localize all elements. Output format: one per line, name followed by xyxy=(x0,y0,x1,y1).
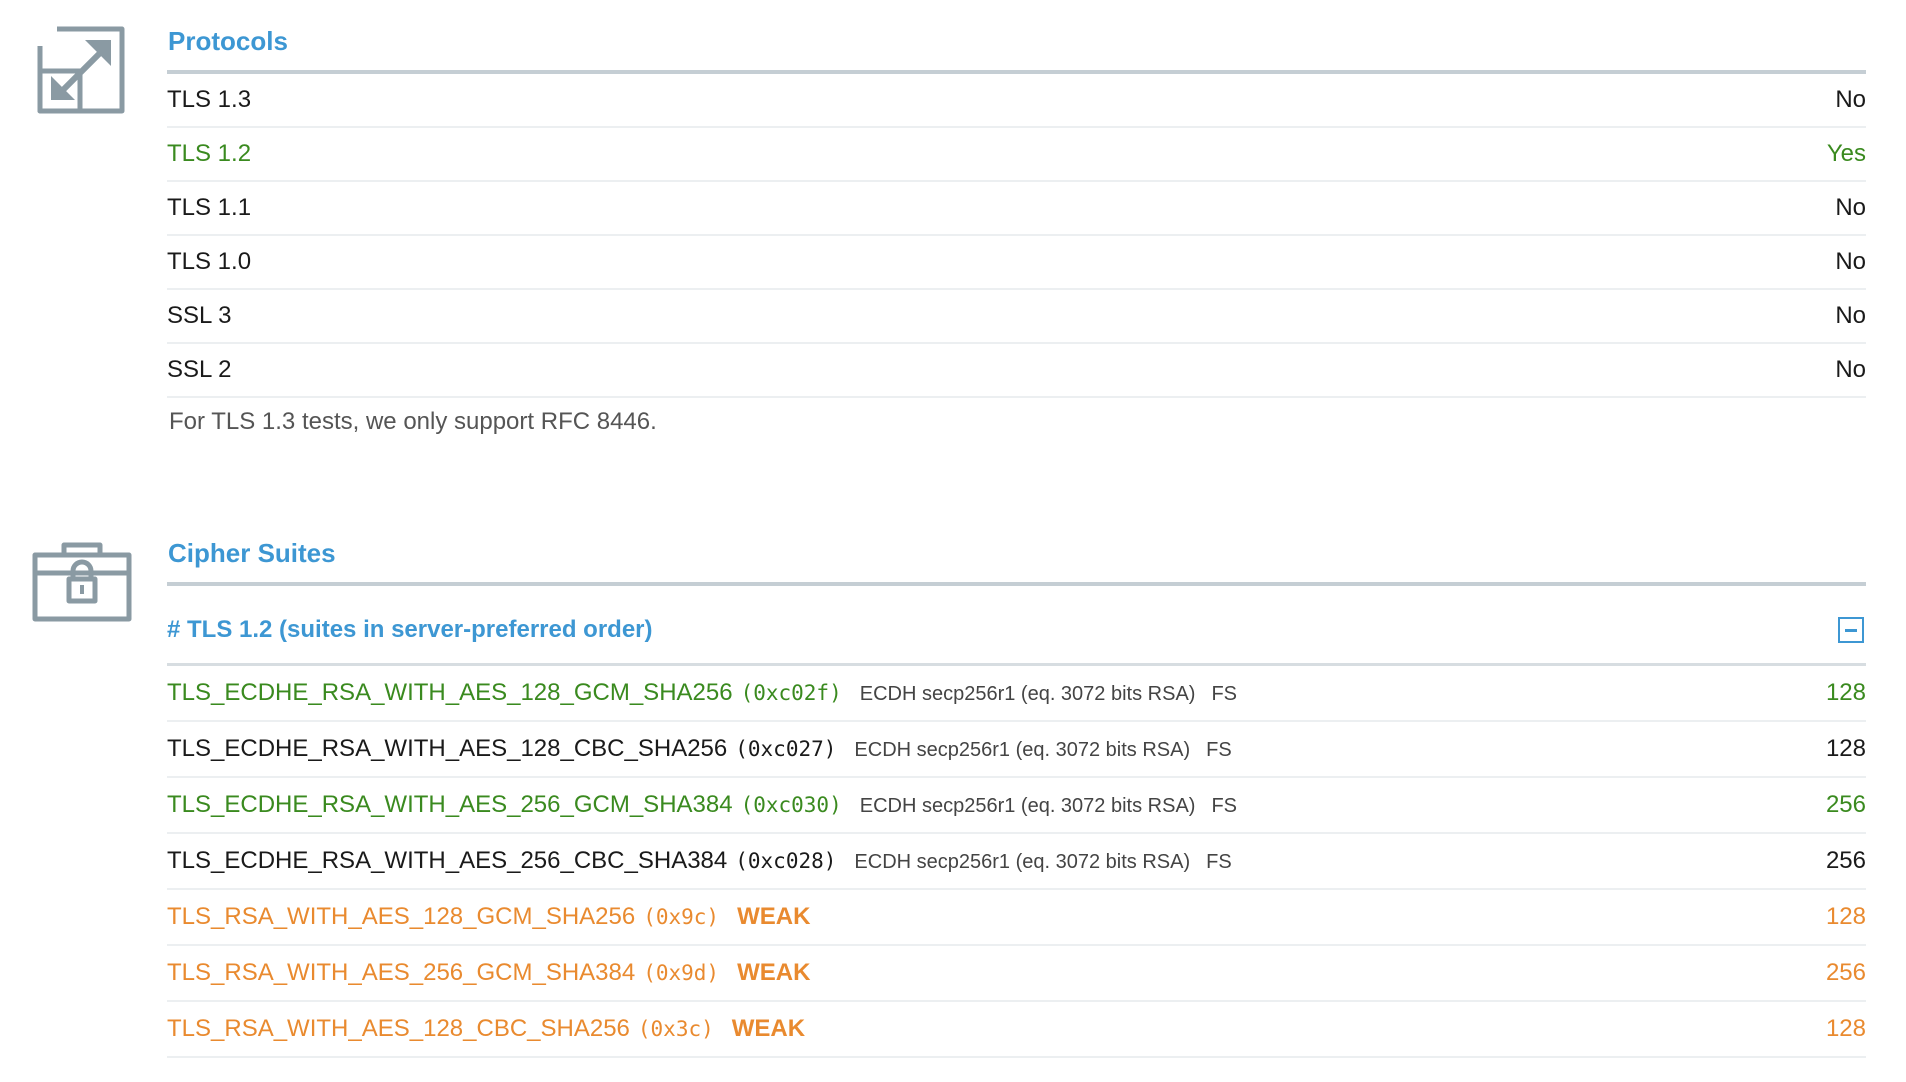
protocol-row: TLS 1.0 No xyxy=(167,236,1866,290)
tls12-group-header[interactable]: # TLS 1.2 (suites in server-preferred or… xyxy=(167,586,1866,666)
cipher-suite-row: TLS_ECDHE_RSA_WITH_AES_128_CBC_SHA256 (0x… xyxy=(167,722,1866,778)
cipher-suites-title: Cipher Suites xyxy=(167,512,1866,586)
cipher-suite-row: TLS_ECDHE_RSA_WITH_AES_128_GCM_SHA256 (0x… xyxy=(167,666,1866,722)
cipher-suite-row: TLS_ECDHE_RSA_WITH_AES_256_CBC_SHA384 (0x… xyxy=(167,834,1866,890)
protocol-row: TLS 1.1 No xyxy=(167,182,1866,236)
forward-secrecy-badge: FS xyxy=(1211,795,1238,817)
key-exchange-info: ECDH secp256r1 (eq. 3072 bits RSA) xyxy=(854,739,1191,761)
cipher-suite-name: TLS_ECDHE_RSA_WITH_AES_128_GCM_SHA256 xyxy=(167,679,733,706)
forward-secrecy-badge: FS xyxy=(1206,851,1232,873)
protocols-note: For TLS 1.3 tests, we only support RFC 8… xyxy=(169,408,657,435)
cipher-strength-bits: 128 xyxy=(1825,679,1866,706)
cipher-suite-info: TLS_ECDHE_RSA_WITH_AES_256_GCM_SHA384 (0x… xyxy=(167,791,1237,819)
protocol-name: TLS 1.1 xyxy=(167,194,252,221)
cipher-strength-bits: 256 xyxy=(1825,791,1866,818)
cipher-suite-name: TLS_RSA_WITH_AES_128_CBC_SHA256 xyxy=(167,1015,630,1042)
cipher-suite-hex: (0xc030) xyxy=(740,793,842,817)
cipher-suite-hex: (0x3c) xyxy=(637,1017,714,1041)
cipher-suite-name: TLS_ECDHE_RSA_WITH_AES_256_GCM_SHA384 xyxy=(167,791,733,818)
protocol-support: No xyxy=(1835,248,1866,275)
cipher-suites-table: TLS_ECDHE_RSA_WITH_AES_128_GCM_SHA256 (0x… xyxy=(167,666,1866,1058)
cipher-suite-info: TLS_RSA_WITH_AES_128_GCM_SHA256 (0x9c) WEA… xyxy=(167,903,810,931)
weak-badge: WEAK xyxy=(737,903,811,930)
protocol-row: SSL 3 No xyxy=(167,290,1866,344)
cipher-strength-bits: 256 xyxy=(1825,959,1866,986)
forward-secrecy-badge: FS xyxy=(1206,739,1232,761)
protocol-name: SSL 3 xyxy=(167,302,232,329)
cipher-strength-bits: 128 xyxy=(1825,735,1866,762)
protocol-support: No xyxy=(1835,86,1866,113)
protocol-row: TLS 1.3 No xyxy=(167,74,1866,128)
cipher-suite-hex: (0xc02f) xyxy=(740,681,842,705)
cipher-suite-row: TLS_RSA_WITH_AES_256_GCM_SHA384 (0x9d) WEA… xyxy=(167,946,1866,1002)
cipher-suite-info: TLS_ECDHE_RSA_WITH_AES_128_CBC_SHA256 (0x… xyxy=(167,735,1232,763)
minus-square-icon[interactable] xyxy=(1838,616,1864,643)
cipher-suite-hex: (0x9c) xyxy=(643,905,720,929)
cipher-suite-hex: (0xc027) xyxy=(735,737,837,761)
cipher-suite-info: TLS_ECDHE_RSA_WITH_AES_256_CBC_SHA384 (0x… xyxy=(167,847,1232,875)
protocol-support: No xyxy=(1835,194,1866,221)
tls12-group-title: # TLS 1.2 (suites in server-preferred or… xyxy=(167,615,653,643)
key-exchange-info: ECDH secp256r1 (eq. 3072 bits RSA) xyxy=(859,683,1196,705)
expand-arrows-icon xyxy=(37,26,127,116)
protocol-name: TLS 1.3 xyxy=(167,86,252,113)
cipher-strength-bits: 128 xyxy=(1825,1015,1866,1042)
protocol-support: No xyxy=(1835,302,1866,329)
protocol-support: No xyxy=(1835,356,1866,383)
cipher-suite-name: TLS_ECDHE_RSA_WITH_AES_256_CBC_SHA384 xyxy=(167,847,728,874)
key-exchange-info: ECDH secp256r1 (eq. 3072 bits RSA) xyxy=(854,851,1191,873)
cipher-suite-row: TLS_ECDHE_RSA_WITH_AES_256_GCM_SHA384 (0x… xyxy=(167,778,1866,834)
weak-badge: WEAK xyxy=(731,1015,806,1042)
protocol-name: TLS 1.0 xyxy=(167,248,252,275)
forward-secrecy-badge: FS xyxy=(1211,683,1238,705)
cipher-suite-info: TLS_ECDHE_RSA_WITH_AES_128_GCM_SHA256 (0x… xyxy=(167,679,1237,707)
cipher-suite-info: TLS_RSA_WITH_AES_128_CBC_SHA256 (0x3c) WEA… xyxy=(167,1015,805,1043)
cipher-suite-name: TLS_ECDHE_RSA_WITH_AES_128_CBC_SHA256 xyxy=(167,735,728,762)
locked-briefcase-icon xyxy=(32,541,132,623)
cipher-suite-row: TLS_RSA_WITH_AES_128_GCM_SHA256 (0x9c) WEA… xyxy=(167,890,1866,946)
cipher-strength-bits: 256 xyxy=(1825,847,1866,874)
protocol-row: TLS 1.2 Yes xyxy=(167,128,1866,182)
protocol-row: SSL 2 No xyxy=(167,344,1866,398)
cipher-strength-bits: 128 xyxy=(1825,903,1866,930)
protocol-name: TLS 1.2 xyxy=(167,140,252,167)
protocols-section: Protocols TLS 1.3 No TLS 1.2 Yes TLS 1.1 No TL… xyxy=(167,0,1866,446)
cipher-suite-name: TLS_RSA_WITH_AES_256_GCM_SHA384 xyxy=(167,959,636,986)
weak-badge: WEAK xyxy=(737,959,811,986)
cipher-suite-hex: (0xc028) xyxy=(735,849,837,873)
cipher-suite-name: TLS_RSA_WITH_AES_128_GCM_SHA256 xyxy=(167,903,636,930)
protocol-name: SSL 2 xyxy=(167,356,232,383)
cipher-suites-section: Cipher Suites # TLS 1.2 (suites in serve… xyxy=(167,512,1866,1058)
cipher-suite-row: TLS_RSA_WITH_AES_128_CBC_SHA256 (0x3c) WEA… xyxy=(167,1002,1866,1058)
key-exchange-info: ECDH secp256r1 (eq. 3072 bits RSA) xyxy=(859,795,1196,817)
protocols-title: Protocols xyxy=(167,0,1866,74)
cipher-suite-hex: (0x9d) xyxy=(643,961,720,985)
protocol-support: Yes xyxy=(1826,140,1866,167)
protocols-table: TLS 1.3 No TLS 1.2 Yes TLS 1.1 No TLS 1.0 No SSL… xyxy=(167,74,1866,398)
cipher-suite-info: TLS_RSA_WITH_AES_256_GCM_SHA384 (0x9d) WEA… xyxy=(167,959,810,987)
